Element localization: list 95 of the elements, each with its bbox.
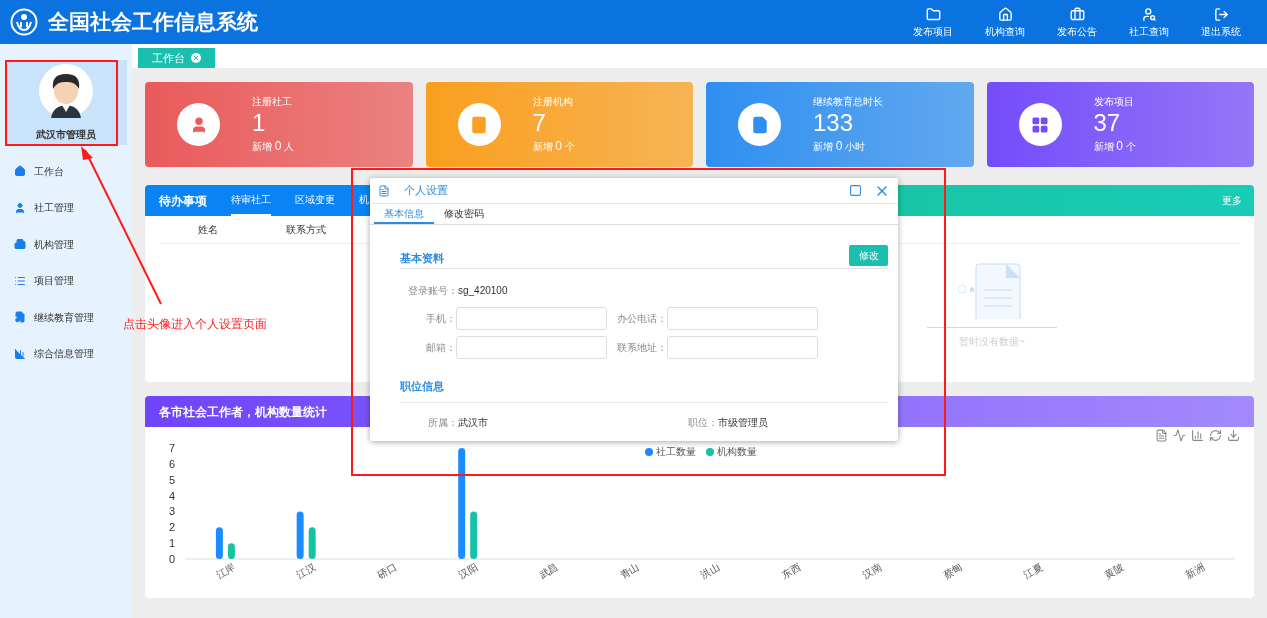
home-icon — [997, 6, 1013, 22]
column-header: 联系方式 — [285, 223, 327, 237]
stat-label: 注册社工 — [252, 95, 293, 109]
legend-item[interactable]: 社工数量 — [645, 444, 696, 459]
input-field[interactable] — [667, 307, 818, 330]
annotation-text: 点击头像进入个人设置页面 — [123, 316, 267, 333]
x-axis-label: 武昌 — [537, 561, 561, 582]
toolbar-button[interactable]: 发布公告 — [1041, 6, 1113, 38]
x-axis-label: 洪山 — [698, 561, 722, 582]
grid-icon — [1031, 115, 1049, 134]
line-chart-icon[interactable] — [1173, 429, 1186, 442]
x-axis-label: 汉南 — [860, 561, 884, 582]
toolbar-button[interactable]: 社工查询 — [1113, 6, 1185, 38]
user-search-icon — [1141, 6, 1157, 22]
bar — [215, 527, 223, 559]
x-axis-label: 江夏 — [1021, 561, 1045, 582]
x-axis-label: 硚口 — [375, 561, 399, 582]
stat-label: 继续教育总时长 — [813, 95, 883, 109]
toolbar-button[interactable]: 退出系统 — [1185, 6, 1257, 38]
toolbar-button[interactable]: 发布项目 — [897, 6, 969, 38]
folder-icon — [925, 6, 941, 22]
column-header: 姓名 — [197, 223, 219, 237]
x-axis-label: 新洲 — [1183, 561, 1207, 582]
section-heading: 职位信息 — [400, 380, 444, 392]
x-axis-label: 江汉 — [295, 561, 318, 582]
stat-value: 133 — [813, 109, 855, 137]
logo-icon — [10, 8, 38, 36]
sidebar-item[interactable]: 继续教育管理 — [0, 299, 94, 336]
input-field[interactable] — [456, 307, 607, 330]
field-label: 所属： — [428, 416, 458, 430]
stat-label: 注册机构 — [532, 95, 574, 109]
briefcase-icon — [1069, 6, 1085, 22]
toolbar-button[interactable]: 机构查询 — [969, 6, 1041, 38]
list-icon — [14, 274, 26, 287]
sidebar-item[interactable]: 项目管理 — [0, 262, 74, 299]
input-field[interactable] — [456, 336, 607, 359]
user-name: 武汉市管理员 — [36, 128, 96, 142]
download-icon[interactable] — [1227, 429, 1240, 442]
x-axis-label: 黄陂 — [1102, 561, 1126, 582]
x-axis-label: 蔡甸 — [941, 561, 964, 582]
data-view-icon[interactable] — [1155, 429, 1168, 442]
sidebar-item[interactable]: 社工管理 — [0, 189, 74, 226]
field-label: 联系地址： — [616, 341, 667, 355]
bar — [308, 527, 316, 559]
user-icon — [14, 201, 26, 214]
stat-increase: 新增 0 个 — [1093, 138, 1136, 155]
maximize-icon[interactable] — [849, 184, 862, 197]
close-icon[interactable] — [191, 53, 201, 63]
document-user-icon — [750, 115, 769, 134]
panel-tab[interactable]: 待审社工 — [231, 185, 271, 216]
panel-tab[interactable]: 区域变更 — [295, 185, 335, 216]
avatar-icon[interactable] — [39, 64, 93, 118]
stat-increase: 新增 0 人 — [252, 138, 295, 155]
field-label: 办公电话： — [616, 312, 667, 326]
legend-item[interactable]: 机构数量 — [706, 444, 757, 459]
bar-chart-icon[interactable] — [1191, 429, 1204, 442]
x-axis-label: 青山 — [618, 561, 641, 582]
app-title: 全国社会工作信息系统 — [48, 9, 258, 36]
dialog-tab[interactable]: 修改密码 — [434, 204, 494, 224]
stat-increase: 新增 0 小时 — [813, 138, 867, 155]
field-label: 邮箱： — [425, 341, 456, 355]
stat-increase: 新增 0 个 — [532, 138, 575, 155]
bar — [470, 511, 478, 559]
stat-value: 7 — [532, 109, 547, 137]
bar-chart-icon — [14, 347, 26, 360]
field-label: 登录账号： — [408, 284, 458, 298]
panel-tab[interactable]: 机 — [359, 185, 369, 216]
x-axis-label: 东西 — [779, 561, 803, 582]
field-value: 武汉市 — [458, 416, 488, 430]
user-card[interactable]: 武汉市管理员 — [5, 60, 127, 145]
sidebar-item[interactable]: 综合信息管理 — [0, 335, 94, 372]
x-axis-label: 江岸 — [214, 561, 238, 582]
field-value: 市级管理员 — [718, 416, 768, 430]
field-label: 职位： — [688, 416, 718, 430]
bar — [296, 511, 304, 559]
y-axis: 0 1 2 3 4 5 6 7 — [168, 442, 175, 565]
refresh-icon[interactable] — [1209, 429, 1222, 442]
sidebar-item[interactable]: 机构管理 — [0, 226, 74, 263]
panel-title: 各市社会工作者，机构数量统计 — [159, 403, 327, 421]
sidebar-item[interactable]: 工作台 — [0, 153, 64, 190]
stat-label: 发布项目 — [1093, 95, 1135, 109]
dialog-title: 个人设置 — [404, 183, 448, 199]
account-value: sg_420100 — [458, 284, 508, 298]
bar — [227, 543, 235, 559]
stat-value: 1 — [252, 109, 267, 137]
section-heading: 基本资料 — [400, 250, 444, 266]
x-axis-label: 汉阳 — [456, 561, 480, 582]
field-label: 手机： — [425, 312, 456, 326]
panel-title: 待办事项 — [159, 192, 207, 210]
document-icon — [378, 184, 390, 197]
input-field[interactable] — [667, 336, 818, 359]
home-icon — [14, 165, 26, 178]
dialog-tab[interactable]: 基本信息 — [374, 204, 434, 224]
stat-value: 37 — [1093, 109, 1122, 137]
logout-icon — [1213, 6, 1229, 22]
